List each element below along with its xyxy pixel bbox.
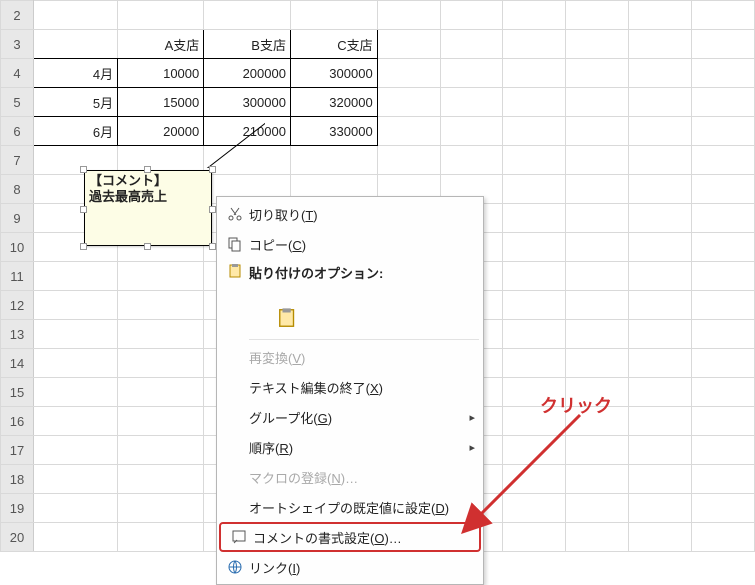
cell[interactable]: 20000 bbox=[118, 117, 204, 146]
menu-assign-macro: マクロの登録(N)… bbox=[217, 462, 483, 492]
link-icon bbox=[221, 559, 249, 575]
menu-label: マクロの登録(N)… bbox=[249, 468, 475, 487]
row-header[interactable]: 14 bbox=[1, 349, 34, 378]
paste-option-icon[interactable] bbox=[277, 307, 299, 332]
row-header[interactable]: 12 bbox=[1, 291, 34, 320]
cell[interactable]: 320000 bbox=[290, 88, 377, 117]
selection-handle[interactable] bbox=[209, 243, 216, 250]
menu-label: オートシェイプの既定値に設定(D) bbox=[249, 498, 475, 517]
context-menu: 切り取り(T) コピー(C) 貼り付けのオプション: 再変換(V) テキスト編集… bbox=[216, 196, 484, 585]
row-header[interactable]: 15 bbox=[1, 378, 34, 407]
menu-label: グループ化(G) bbox=[249, 408, 475, 427]
menu-exit-text-edit[interactable]: テキスト編集の終了(X) bbox=[217, 372, 483, 402]
comment-title: 【コメント】 bbox=[89, 173, 167, 188]
cell[interactable]: 300000 bbox=[204, 88, 291, 117]
row-header[interactable]: 4 bbox=[1, 59, 34, 88]
row-header[interactable]: 11 bbox=[1, 262, 34, 291]
cell[interactable]: 6月 bbox=[34, 117, 118, 146]
menu-label: テキスト編集の終了(X) bbox=[249, 378, 475, 397]
row-header[interactable]: 6 bbox=[1, 117, 34, 146]
selection-handle[interactable] bbox=[209, 166, 216, 173]
row-header[interactable]: 3 bbox=[1, 30, 34, 59]
selection-handle[interactable] bbox=[144, 243, 151, 250]
cell[interactable]: C支店 bbox=[290, 30, 377, 59]
menu-label: 順序(R) bbox=[249, 438, 475, 457]
menu-link[interactable]: リンク(I) bbox=[217, 552, 483, 582]
row-header[interactable]: 7 bbox=[1, 146, 34, 175]
menu-label: コピー(C) bbox=[249, 235, 475, 254]
menu-autoshape-default[interactable]: オートシェイプの既定値に設定(D) bbox=[217, 492, 483, 522]
row-header[interactable]: 10 bbox=[1, 233, 34, 262]
menu-paste-options: 貼り付けのオプション: bbox=[217, 259, 483, 301]
menu-reconvert: 再変換(V) bbox=[217, 342, 483, 372]
comment-box[interactable]: 【コメント】 過去最高売上 bbox=[84, 170, 212, 246]
selection-handle[interactable] bbox=[80, 206, 87, 213]
menu-label: 貼り付けのオプション: bbox=[249, 263, 475, 282]
selection-handle[interactable] bbox=[144, 166, 151, 173]
row-header[interactable]: 20 bbox=[1, 523, 34, 552]
menu-label: 再変換(V) bbox=[249, 348, 475, 367]
row-header[interactable]: 13 bbox=[1, 320, 34, 349]
menu-copy[interactable]: コピー(C) bbox=[217, 229, 483, 259]
row-header[interactable]: 18 bbox=[1, 465, 34, 494]
menu-label: コメントの書式設定(O)… bbox=[253, 528, 471, 547]
menu-order[interactable]: 順序(R) bbox=[217, 432, 483, 462]
comment-body[interactable]: 過去最高売上 bbox=[89, 189, 167, 204]
row-header[interactable]: 16 bbox=[1, 407, 34, 436]
cell[interactable]: 200000 bbox=[204, 59, 291, 88]
menu-label: 切り取り(T) bbox=[249, 205, 475, 224]
cell[interactable]: 330000 bbox=[290, 117, 377, 146]
menu-group[interactable]: グループ化(G) bbox=[217, 402, 483, 432]
annotation-click-label: クリック bbox=[540, 392, 612, 418]
copy-icon bbox=[221, 236, 249, 252]
paste-icon bbox=[221, 263, 249, 279]
cell[interactable]: 4月 bbox=[34, 59, 118, 88]
selection-handle[interactable] bbox=[209, 206, 216, 213]
cell[interactable]: A支店 bbox=[118, 30, 204, 59]
selection-handle[interactable] bbox=[80, 243, 87, 250]
cell[interactable]: 5月 bbox=[34, 88, 118, 117]
cell[interactable]: 10000 bbox=[118, 59, 204, 88]
cell[interactable]: 15000 bbox=[118, 88, 204, 117]
row-header[interactable]: 9 bbox=[1, 204, 34, 233]
row-header[interactable]: 2 bbox=[1, 1, 34, 30]
menu-format-comment[interactable]: コメントの書式設定(O)… bbox=[219, 522, 481, 552]
cell[interactable]: B支店 bbox=[204, 30, 291, 59]
cut-icon bbox=[221, 206, 249, 222]
cell[interactable]: 300000 bbox=[290, 59, 377, 88]
format-icon bbox=[225, 529, 253, 545]
paste-options-row bbox=[217, 301, 483, 337]
menu-label: リンク(I) bbox=[249, 558, 475, 577]
row-header[interactable]: 8 bbox=[1, 175, 34, 204]
row-header[interactable]: 19 bbox=[1, 494, 34, 523]
menu-cut[interactable]: 切り取り(T) bbox=[217, 199, 483, 229]
row-header[interactable]: 5 bbox=[1, 88, 34, 117]
selection-handle[interactable] bbox=[80, 166, 87, 173]
row-header[interactable]: 17 bbox=[1, 436, 34, 465]
cell[interactable]: 210000 bbox=[204, 117, 291, 146]
